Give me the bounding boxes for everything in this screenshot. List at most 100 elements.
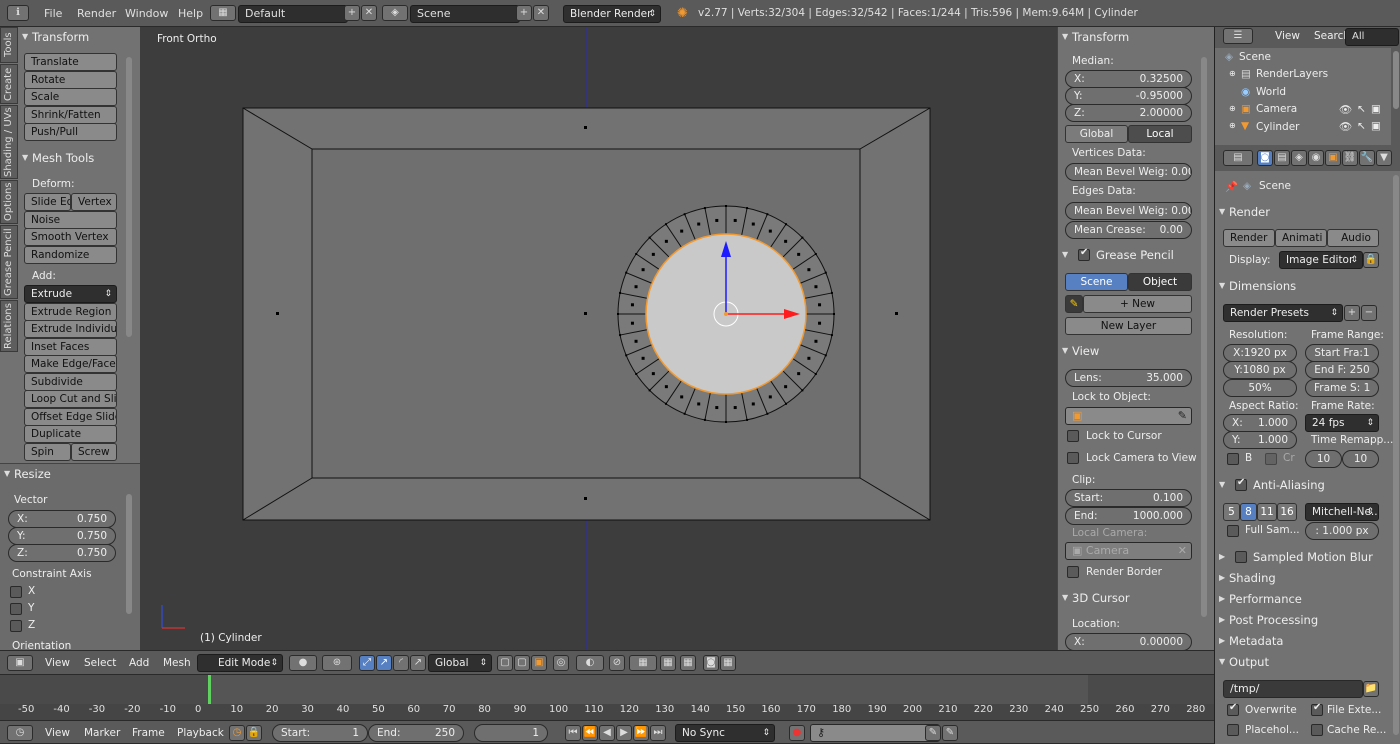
preview-range-icon[interactable]: ◷ — [229, 725, 245, 741]
current-frame-marker[interactable] — [208, 675, 211, 704]
layer-icon-1[interactable]: ▢ — [497, 655, 513, 671]
remove-scene-icon[interactable]: ✕ — [533, 5, 549, 21]
filter-size-field[interactable]: : 1.000 px — [1305, 522, 1379, 540]
remove-layout-icon[interactable]: ✕ — [361, 5, 377, 21]
record-icon[interactable]: ● — [789, 725, 805, 741]
camera-select-icon[interactable]: ↖ — [1357, 103, 1366, 115]
3d-editor-type-icon[interactable]: ▣ — [7, 655, 33, 671]
outliner-editor-icon[interactable]: ☰ — [1223, 28, 1253, 44]
play-icon[interactable]: ▶ — [616, 725, 632, 741]
proportional-edit-icon[interactable]: ◎ — [553, 655, 569, 671]
lock-interface-icon[interactable]: 🔒 — [1363, 252, 1379, 268]
resize-panel-scrollbar[interactable] — [126, 494, 132, 614]
menu-file[interactable]: File — [44, 0, 62, 27]
subdivide-button[interactable]: Subdivide — [24, 373, 117, 391]
resolution-y-field[interactable]: Y:1080 px — [1223, 361, 1297, 379]
transform-section-header[interactable]: Transform — [18, 27, 128, 47]
display-select[interactable]: Image Editor — [1279, 251, 1363, 269]
tab-grease-pencil[interactable]: Grease Pencil — [0, 225, 18, 299]
lens-field[interactable]: Lens: 35.000 — [1065, 369, 1192, 387]
expand-camera-icon[interactable]: ⊕ — [1229, 104, 1236, 113]
add-layout-icon[interactable]: + — [344, 5, 360, 21]
insert-keyframe-icon[interactable]: ✎ — [925, 725, 941, 741]
resize-y-field[interactable]: Y: 0.750 — [8, 527, 116, 545]
view-panel-header[interactable]: View — [1058, 341, 1214, 361]
frame-end-field[interactable]: End F: 250 — [1305, 361, 1379, 379]
translate-manipulator-icon[interactable]: ↗ — [376, 655, 392, 671]
clip-start-field[interactable]: Start: 0.100 — [1065, 489, 1192, 507]
median-y-field[interactable]: Y: -0.95000 — [1065, 87, 1192, 105]
render-engine-select[interactable]: Blender Render — [563, 5, 661, 23]
menu-help[interactable]: Help — [178, 0, 203, 27]
overwrite-checkbox[interactable] — [1227, 702, 1239, 716]
aa-samples-5[interactable]: 5 — [1223, 503, 1240, 521]
cylinder-render-icon[interactable]: ▣ — [1371, 120, 1381, 132]
spin-button[interactable]: Spin — [24, 443, 71, 461]
render-button[interactable]: Render — [1223, 229, 1275, 247]
tab-relations[interactable]: Relations — [0, 300, 18, 352]
timeline-start-field[interactable]: Start: 1 — [272, 724, 368, 742]
outliner-item-scene[interactable]: Scene — [1239, 51, 1271, 63]
modifiers-tab-icon[interactable]: 🔧 — [1359, 150, 1375, 166]
outliner-display-select[interactable]: All Scenes — [1345, 28, 1399, 58]
3d-cursor-panel-header[interactable]: 3D Cursor — [1058, 588, 1214, 608]
aspect-x-field[interactable]: X: 1.000 — [1223, 414, 1297, 432]
aa-samples-8[interactable]: 8 — [1240, 503, 1257, 521]
expand-icon[interactable]: ⊕ — [1229, 69, 1236, 78]
timeline-track[interactable] — [0, 675, 1214, 704]
render-view-icon[interactable]: ◙ — [703, 655, 719, 671]
play-reverse-icon[interactable]: ◀ — [599, 725, 615, 741]
outliner-scrollbar[interactable] — [1393, 51, 1399, 109]
extrude-menu[interactable]: Extrude — [24, 285, 117, 303]
3d-viewport[interactable]: Front Ortho (1) Cylinder — [140, 27, 1057, 650]
mode-select[interactable]: Edit Mode — [197, 654, 283, 672]
outliner-item-renderlayers[interactable]: RenderLayers — [1256, 68, 1328, 80]
render-properties-scrollbar[interactable] — [1393, 175, 1399, 735]
tool-shelf-scrollbar[interactable] — [126, 57, 132, 337]
local-toggle[interactable]: Local — [1128, 125, 1192, 143]
tab-shading-uvs[interactable]: Shading / UVs — [0, 105, 18, 179]
snap-element-icon[interactable]: ▦ — [629, 655, 657, 671]
aspect-y-field[interactable]: Y: 1.000 — [1223, 431, 1297, 449]
resize-x-field[interactable]: X: 0.750 — [8, 510, 116, 528]
constraint-x-checkbox[interactable] — [10, 586, 22, 598]
transform-orientation-select[interactable]: Global — [428, 654, 492, 672]
file-extensions-checkbox[interactable] — [1311, 702, 1323, 716]
scale-button[interactable]: Scale — [24, 88, 117, 106]
render-layers-tab-icon[interactable]: ▤ — [1274, 150, 1290, 166]
render-panel-header[interactable]: Render — [1215, 202, 1400, 222]
header-view-menu[interactable]: View — [45, 657, 70, 669]
clip-end-field[interactable]: End: 1000.000 — [1065, 507, 1192, 525]
duplicate-button[interactable]: Duplicate — [24, 425, 117, 443]
rotate-manipulator-icon[interactable]: ◜ — [393, 655, 409, 671]
median-z-field[interactable]: Z: 2.00000 — [1065, 104, 1192, 122]
resize-z-field[interactable]: Z: 0.750 — [8, 544, 116, 562]
camera-render-icon[interactable]: ▣ — [1371, 103, 1381, 115]
delete-keyframe-icon[interactable]: ✎ — [942, 725, 958, 741]
render-anim-icon[interactable]: ▦ — [720, 655, 736, 671]
gp-pencil-icon[interactable]: ✎ — [1065, 295, 1083, 313]
metadata-panel-header[interactable]: Metadata — [1215, 631, 1400, 651]
cache-result-checkbox[interactable] — [1311, 724, 1323, 736]
lock-camera-checkbox[interactable] — [1067, 452, 1079, 464]
resolution-x-field[interactable]: X:1920 px — [1223, 344, 1297, 362]
jump-start-icon[interactable]: ⏮ — [565, 725, 581, 741]
outliner-item-camera[interactable]: Camera — [1256, 103, 1297, 115]
grease-pencil-checkbox[interactable] — [1078, 247, 1090, 261]
layer-icon-2[interactable]: ▢ — [514, 655, 530, 671]
slide-edge-button[interactable]: Slide Ed — [24, 193, 71, 211]
gp-new-layer-button[interactable]: New Layer — [1065, 317, 1192, 335]
header-select-menu[interactable]: Select — [84, 657, 116, 669]
mean-crease-field[interactable]: Mean Crease: 0.00 — [1065, 221, 1192, 239]
cylinder-select-icon[interactable]: ↖ — [1357, 120, 1366, 132]
make-edge-face-button[interactable]: Make Edge/Face — [24, 355, 117, 373]
frame-start-field[interactable]: Start Fra:1 — [1305, 344, 1379, 362]
scene-tab-icon[interactable]: ◈ — [1291, 150, 1307, 166]
keying-set-field[interactable]: ⚷ — [810, 724, 940, 742]
noise-button[interactable]: Noise — [24, 211, 117, 229]
falloff-icon[interactable]: ◐ — [576, 655, 604, 671]
shrink-fatten-button[interactable]: Shrink/Fatten — [24, 106, 117, 124]
transform-panel-header[interactable]: Transform — [1058, 27, 1214, 47]
audio-button[interactable]: Audio — [1327, 229, 1379, 247]
motion-blur-checkbox[interactable] — [1235, 551, 1247, 563]
